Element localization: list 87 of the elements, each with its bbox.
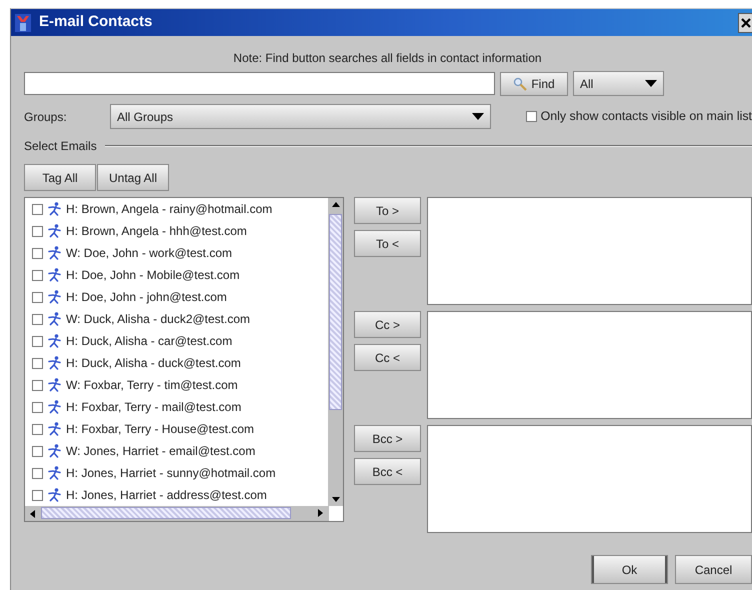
contact-item[interactable]: H: Brown, Angela - hhh@test.com — [25, 220, 329, 242]
person-icon — [48, 224, 61, 238]
tag-all-button[interactable]: Tag All — [24, 164, 96, 191]
magnifier-icon — [513, 76, 528, 90]
checkbox[interactable] — [32, 468, 43, 478]
horizontal-scrollbar[interactable] — [25, 506, 329, 521]
person-icon — [48, 444, 61, 458]
contact-item[interactable]: H: Doe, John - john@test.com — [25, 286, 329, 308]
contact-label: W: Doe, John - work@test.com — [66, 245, 232, 262]
contact-label: H: Foxbar, Terry - mail@test.com — [66, 399, 242, 416]
note-text: Note: Find button searches all fields in contact information — [233, 50, 542, 65]
contact-label: H: Jones, Harriet - sunny@hotmail.com — [66, 465, 276, 482]
contact-list[interactable] — [24, 197, 344, 522]
contact-item[interactable]: H: Foxbar, Terry - mail@test.com — [25, 396, 329, 418]
checkbox[interactable] — [32, 490, 43, 500]
add-recipient-button[interactable]: Cc > — [354, 311, 421, 338]
section-label: Select Emails — [24, 138, 97, 155]
contact-item[interactable]: H: Duck, Alisha - duck@test.com — [25, 352, 329, 374]
search-field[interactable] — [24, 72, 495, 95]
checkbox[interactable] — [32, 402, 43, 412]
contact-label: H: Duck, Alisha - duck@test.com — [66, 355, 241, 372]
contact-item[interactable]: W: Foxbar, Terry - tim@test.com — [25, 374, 329, 396]
contact-item[interactable]: W: Duck, Alisha - duck2@test.com — [25, 308, 329, 330]
contact-label: H: Foxbar, Terry - House@test.com — [66, 421, 254, 438]
contact-item[interactable]: H: Foxbar, Terry - House@test.com — [25, 418, 329, 440]
person-icon — [48, 202, 61, 216]
groups-label: Groups: — [24, 108, 68, 126]
person-icon — [48, 290, 61, 304]
person-icon — [48, 246, 61, 260]
person-icon — [48, 400, 61, 414]
remove-recipient-button[interactable]: To < — [354, 230, 421, 257]
person-icon — [48, 356, 61, 370]
close-icon — [740, 18, 750, 28]
remove-recipient-button[interactable]: Cc < — [354, 344, 421, 371]
close-button[interactable] — [738, 12, 752, 32]
person-icon — [48, 312, 61, 326]
ok-button[interactable]: Ok — [591, 555, 668, 584]
find-button[interactable]: Find — [500, 72, 568, 96]
person-icon — [48, 378, 61, 392]
checkbox[interactable] — [32, 292, 43, 302]
cancel-button[interactable]: Cancel — [675, 555, 752, 584]
contact-label: W: Duck, Alisha - duck2@test.com — [66, 311, 250, 328]
visible-only-checkbox[interactable]: Only show contacts visible on main list — [526, 107, 752, 126]
checkbox[interactable] — [32, 204, 43, 214]
scope-dropdown[interactable]: All — [573, 71, 664, 96]
person-icon — [48, 268, 61, 282]
dropdown-arrow-icon — [645, 80, 657, 87]
recipient-list[interactable] — [427, 197, 752, 305]
contact-label: H: Brown, Angela - hhh@test.com — [66, 223, 247, 240]
checkbox[interactable] — [32, 314, 43, 324]
app-logo-icon — [15, 14, 31, 32]
add-recipient-button[interactable]: To > — [354, 197, 421, 224]
groups-dropdown[interactable]: All Groups — [110, 104, 491, 129]
checkbox[interactable] — [32, 424, 43, 434]
contact-label: W: Foxbar, Terry - tim@test.com — [66, 377, 238, 394]
person-icon — [48, 422, 61, 436]
dropdown-arrow-icon — [472, 113, 484, 120]
checkbox[interactable] — [32, 336, 43, 346]
contact-item[interactable]: H: Jones, Harriet - sunny@hotmail.com — [25, 462, 329, 484]
vertical-scrollbar[interactable] — [328, 198, 343, 506]
contact-item[interactable]: H: Brown, Angela - rainy@hotmail.com — [25, 198, 329, 220]
contact-item[interactable]: W: Jones, Harriet - email@test.com — [25, 440, 329, 462]
window-title: E-mail Contacts — [39, 12, 152, 32]
remove-recipient-button[interactable]: Bcc < — [354, 458, 421, 485]
checkbox[interactable] — [32, 358, 43, 368]
add-recipient-button[interactable]: Bcc > — [354, 425, 421, 452]
contact-label: H: Brown, Angela - rainy@hotmail.com — [66, 201, 272, 218]
contact-item[interactable]: H: Jones, Harriet - address@test.com — [25, 484, 329, 506]
contact-item[interactable]: H: Doe, John - Mobile@test.com — [25, 264, 329, 286]
untag-all-button[interactable]: Untag All — [97, 164, 169, 191]
contact-label: H: Jones, Harriet - address@test.com — [66, 487, 267, 504]
contact-item[interactable]: W: Doe, John - work@test.com — [25, 242, 329, 264]
contact-label: H: Duck, Alisha - car@test.com — [66, 333, 232, 350]
checkbox[interactable] — [32, 226, 43, 236]
checkbox[interactable] — [32, 248, 43, 258]
recipient-list[interactable] — [427, 311, 752, 419]
contact-item[interactable]: H: Duck, Alisha - car@test.com — [25, 330, 329, 352]
checkbox[interactable] — [32, 380, 43, 390]
checkbox[interactable] — [32, 270, 43, 280]
contact-label: H: Doe, John - john@test.com — [66, 289, 227, 306]
contact-label: H: Doe, John - Mobile@test.com — [66, 267, 240, 284]
contact-label: W: Jones, Harriet - email@test.com — [66, 443, 256, 460]
person-icon — [48, 466, 61, 480]
person-icon — [48, 488, 61, 502]
checkbox[interactable] — [32, 446, 43, 456]
person-icon — [48, 334, 61, 348]
recipient-list[interactable] — [427, 425, 752, 533]
